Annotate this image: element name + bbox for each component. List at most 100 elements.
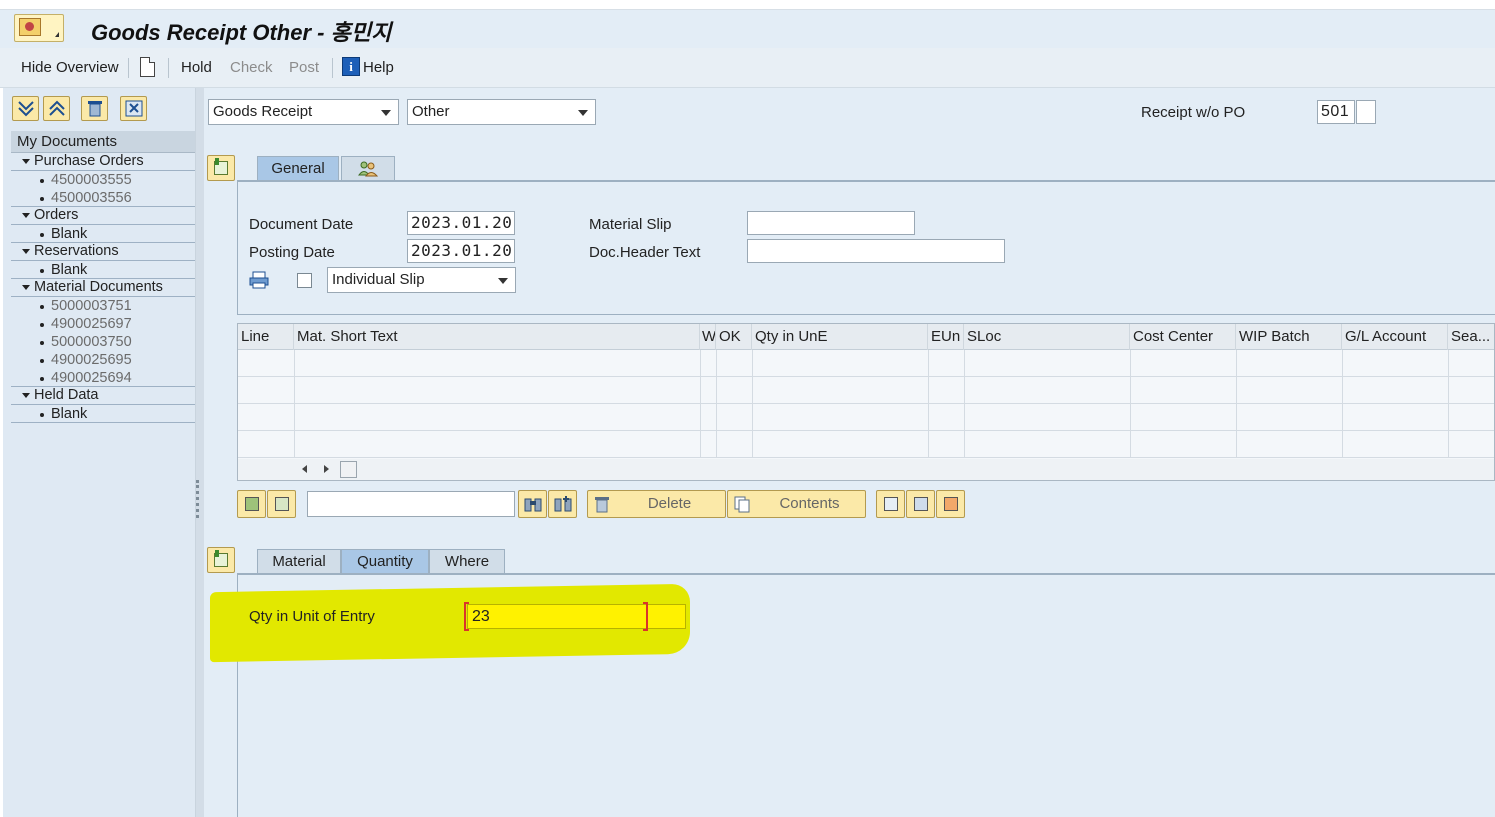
select-all-icon[interactable] xyxy=(237,490,266,518)
column-header[interactable]: Qty in UnE xyxy=(752,324,928,350)
document-date-field[interactable]: 2023.01.20 xyxy=(407,211,515,235)
title-bar: Goods Receipt Other - 홍민지 xyxy=(0,9,1495,48)
tree-leaf[interactable]: 4900025694 xyxy=(11,369,195,387)
trash-icon xyxy=(595,497,609,513)
table-row[interactable] xyxy=(238,404,1494,431)
movement-type-field[interactable]: 501 xyxy=(1317,100,1355,124)
tree-leaf[interactable]: Blank xyxy=(11,405,195,423)
slip-type-select[interactable]: Individual Slip xyxy=(327,267,516,293)
help-info-icon[interactable]: i xyxy=(342,57,360,76)
collapse-triangle-icon[interactable] xyxy=(22,393,30,398)
collapse-triangle-icon[interactable] xyxy=(22,285,30,290)
toggle-header-icon[interactable] xyxy=(207,155,235,181)
collapse-triangle-icon[interactable] xyxy=(22,213,30,218)
movement-label: Receipt w/o PO xyxy=(1141,104,1246,121)
qty-unit-entry-field[interactable]: 23 xyxy=(467,604,686,629)
tree-leaf[interactable]: 4900025695 xyxy=(11,351,195,369)
scroll-right-icon[interactable] xyxy=(324,465,329,473)
collapse-triangle-icon[interactable] xyxy=(22,249,30,254)
chevron-down-icon xyxy=(381,110,391,116)
qty-unit-entry-label: Qty in Unit of Entry xyxy=(249,608,375,625)
print-checkbox[interactable] xyxy=(297,273,312,288)
column-header[interactable]: Line xyxy=(238,324,294,350)
scroll-thumb[interactable] xyxy=(340,461,357,478)
partner-icon xyxy=(358,161,379,177)
table-row[interactable] xyxy=(238,377,1494,404)
tree-node-purchase-orders[interactable]: Purchase Orders xyxy=(11,153,195,171)
hierarchy-icon[interactable] xyxy=(906,490,935,518)
tab-partner[interactable] xyxy=(341,156,395,181)
scroll-left-icon[interactable] xyxy=(302,465,307,473)
tree-leaf[interactable]: 4500003555 xyxy=(11,171,195,189)
table-header: Line Mat. Short Text W OK Qty in UnE EUn… xyxy=(238,324,1494,350)
column-header[interactable]: Cost Center xyxy=(1130,324,1236,350)
horizontal-scrollbar[interactable] xyxy=(238,459,1494,480)
document-date-label: Document Date xyxy=(249,216,354,233)
tree-leaf[interactable]: Blank xyxy=(11,225,195,243)
item-search-input[interactable] xyxy=(307,491,515,517)
tab-quantity[interactable]: Quantity xyxy=(341,549,429,574)
column-header[interactable]: OK xyxy=(716,324,752,350)
items-table: Line Mat. Short Text W OK Qty in UnE EUn… xyxy=(237,323,1495,481)
trash-icon[interactable] xyxy=(81,96,108,121)
deselect-all-icon[interactable] xyxy=(267,490,296,518)
table-row[interactable] xyxy=(238,431,1494,458)
tree-leaf[interactable]: 5000003751 xyxy=(11,297,195,315)
help-button[interactable]: Help xyxy=(363,59,394,76)
tab-general[interactable]: General xyxy=(257,156,339,181)
hide-overview-button[interactable]: Hide Overview xyxy=(21,59,119,76)
page-title: Goods Receipt Other - 홍민지 xyxy=(91,20,392,45)
post-button[interactable]: Post xyxy=(289,59,319,76)
check-button[interactable]: Check xyxy=(230,59,273,76)
tree-leaf[interactable]: Blank xyxy=(11,261,195,279)
find-next-icon[interactable] xyxy=(548,490,577,518)
overview-panel: My Documents Purchase Orders 4500003555 … xyxy=(3,88,196,817)
panel-splitter[interactable] xyxy=(196,88,204,817)
collapse-triangle-icon[interactable] xyxy=(22,159,30,164)
tab-material[interactable]: Material xyxy=(257,549,341,574)
column-header[interactable]: WIP Batch xyxy=(1236,324,1342,350)
column-header[interactable]: EUn xyxy=(928,324,964,350)
column-header[interactable]: Mat. Short Text xyxy=(294,324,700,350)
column-header[interactable]: SLoc xyxy=(964,324,1130,350)
posting-date-field[interactable]: 2023.01.20 xyxy=(407,239,515,263)
toggle-detail-icon[interactable] xyxy=(207,547,235,573)
collapse-all-icon[interactable] xyxy=(43,96,70,121)
delete-item-button[interactable]: Delete xyxy=(587,490,726,518)
tree-node-material-documents[interactable]: Material Documents xyxy=(11,279,195,297)
table-row[interactable] xyxy=(238,350,1494,377)
tree-node-held-data[interactable]: Held Data xyxy=(11,387,195,405)
tree-leaf[interactable]: 5000003750 xyxy=(11,333,195,351)
material-slip-label: Material Slip xyxy=(589,216,672,233)
new-document-icon[interactable] xyxy=(140,57,155,77)
tree-node-reservations[interactable]: Reservations xyxy=(11,243,195,261)
settings-box-icon[interactable] xyxy=(936,490,965,518)
copy-icon xyxy=(734,496,750,513)
tree-header: My Documents xyxy=(11,131,195,153)
column-header[interactable]: Sea... xyxy=(1448,324,1495,350)
expand-detail-icon[interactable] xyxy=(876,490,905,518)
chevron-down-icon xyxy=(498,278,508,284)
expand-all-icon[interactable] xyxy=(12,96,39,121)
printer-icon[interactable] xyxy=(249,271,269,289)
find-icon[interactable] xyxy=(518,490,547,518)
reference-select[interactable]: Other xyxy=(407,99,596,125)
tree-leaf[interactable]: 4900025697 xyxy=(11,315,195,333)
menu-icon[interactable] xyxy=(14,14,64,42)
transaction-select[interactable]: Goods Receipt xyxy=(208,99,399,125)
chevron-down-icon xyxy=(578,110,588,116)
tree-leaf[interactable]: 4500003556 xyxy=(11,189,195,207)
contents-button[interactable]: Contents xyxy=(727,490,866,518)
doc-header-text-label: Doc.Header Text xyxy=(589,244,701,261)
field-bracket xyxy=(464,602,469,631)
tree-node-orders[interactable]: Orders xyxy=(11,207,195,225)
hold-button[interactable]: Hold xyxy=(181,59,212,76)
application-toolbar: Hide Overview Hold Check Post i Help xyxy=(0,48,1495,88)
doc-header-text-field[interactable] xyxy=(747,239,1005,263)
movement-type-extra-field[interactable] xyxy=(1356,100,1376,124)
tab-where[interactable]: Where xyxy=(429,549,505,574)
column-header[interactable]: W xyxy=(700,324,716,350)
close-panel-icon[interactable] xyxy=(120,96,147,121)
column-header[interactable]: G/L Account xyxy=(1342,324,1448,350)
material-slip-field[interactable] xyxy=(747,211,915,235)
